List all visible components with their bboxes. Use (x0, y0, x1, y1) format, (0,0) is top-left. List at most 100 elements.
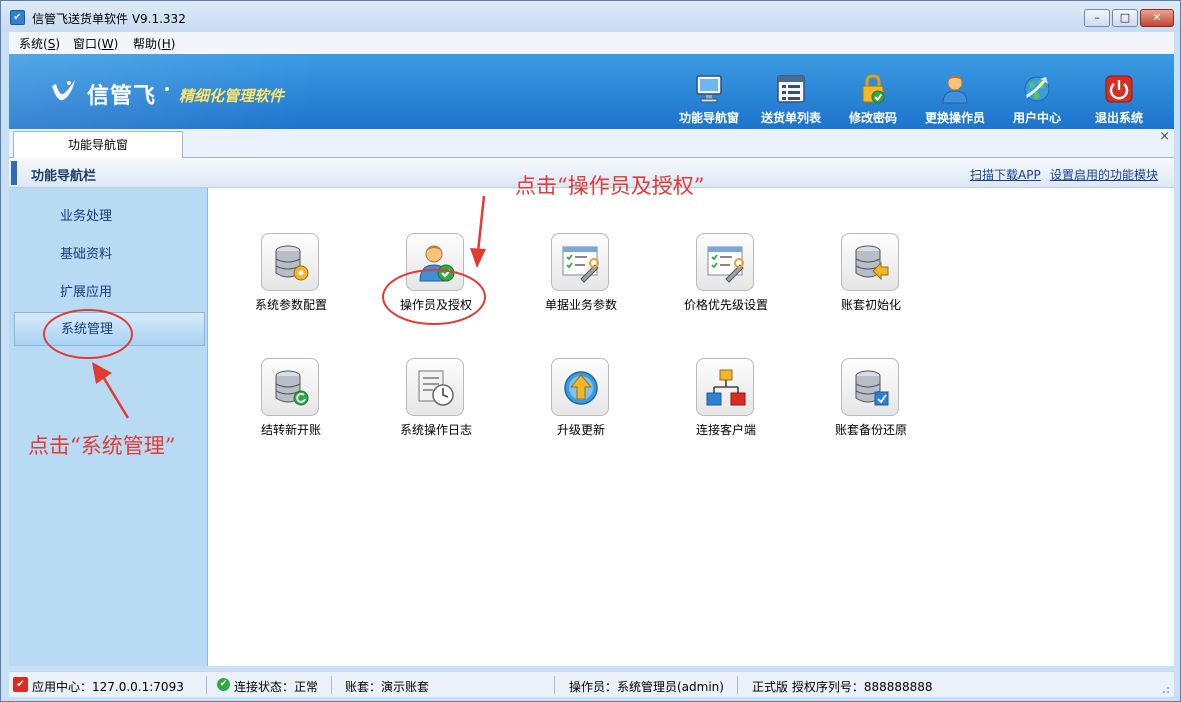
header-banner: 信管飞 精细化管理软件 功能导航窗 送货单列表 修改密码 更换操作员 用户中心 … (9, 54, 1174, 129)
window-title: 信管飞送货单软件 V9.1.332 (32, 12, 186, 26)
function-price-priority[interactable]: 价格优先级设置 (671, 233, 781, 313)
title-bar[interactable]: ✔ 信管飞送货单软件 V9.1.332 – □ ✕ (1, 1, 1180, 32)
toolbar-label: 修改密码 (848, 111, 897, 125)
function-icon-box (696, 233, 754, 291)
close-button[interactable]: ✕ (1140, 9, 1174, 27)
toolbar-label: 更换操作员 (924, 111, 985, 125)
menu-help-after: ) (170, 37, 176, 51)
menu-window[interactable]: 窗口(W) (73, 35, 118, 52)
function-icon-box (406, 358, 464, 416)
app-logo-icon: ✔ (10, 10, 25, 25)
upgrade-arrow-icon (564, 371, 598, 405)
sidebar-item-system-management[interactable]: 系统管理 (14, 312, 205, 346)
database-refresh-icon (275, 370, 309, 406)
menu-help-key: H (161, 37, 171, 51)
configure-modules-link[interactable]: 设置启用的功能模块 (1050, 166, 1158, 183)
annotation-click-operator-auth: 点击“操作员及授权” (515, 174, 705, 198)
tab-close-icon[interactable]: × (1159, 129, 1170, 144)
status-bar: ✔ 应用中心：127.0.0.1:7093 ✔ 连接状态：正常 账套：演示账套 … (9, 671, 1174, 697)
connection-ok-icon: ✔ (217, 678, 230, 691)
function-label: 连接客户端 (695, 423, 756, 437)
status-separator (206, 676, 207, 694)
toolbar-label: 功能导航窗 (678, 111, 739, 125)
function-carry-forward[interactable]: 结转新开账 (236, 358, 346, 438)
function-icon-box (551, 233, 609, 291)
tab-strip: 功能导航窗 × (9, 129, 1174, 158)
status-connection: 连接状态：正常 (234, 680, 319, 694)
function-label: 系统参数配置 (254, 298, 327, 312)
function-label: 升级更新 (556, 423, 605, 437)
maximize-button[interactable]: □ (1112, 9, 1138, 27)
toolbar-delivery-list-button[interactable]: 送货单列表 (754, 64, 828, 126)
menu-bar: 系统(S) 窗口(W) 帮助(H) (9, 32, 1174, 54)
function-icon-box (261, 233, 319, 291)
sidebar-item-extensions[interactable]: 扩展应用 (14, 276, 205, 310)
logo-dot (165, 87, 169, 91)
menu-help-label: 帮助( (133, 37, 162, 51)
function-label: 结转新开账 (260, 423, 321, 437)
function-backup-restore[interactable]: 账套备份还原 (816, 358, 926, 438)
menu-system-after: ) (55, 37, 60, 51)
function-label: 系统操作日志 (399, 423, 472, 437)
lock-icon (862, 74, 885, 104)
annotation-click-system-management: 点击“系统管理” (28, 434, 176, 458)
menu-system-label: 系统( (19, 37, 48, 51)
function-upgrade[interactable]: 升级更新 (526, 358, 636, 438)
function-document-params[interactable]: 单据业务参数 (526, 233, 636, 313)
globe-icon (1024, 76, 1050, 102)
function-operation-log[interactable]: 系统操作日志 (381, 358, 491, 438)
sidebar-item-basic-data[interactable]: 基础资料 (14, 238, 205, 272)
app-center-icon: ✔ (13, 677, 28, 692)
toolbar-user-center-button[interactable]: 用户中心 (1000, 64, 1074, 126)
function-panel: 系统参数配置 操作员及授权 单据业务参数 价格优先级设置 账套初始化 结转新开账… (208, 188, 1174, 666)
toolbar-exit-button[interactable]: 退出系统 (1082, 64, 1156, 126)
checklist-tools-icon (707, 246, 744, 283)
status-app-center: 应用中心：127.0.0.1:7093 (32, 680, 184, 694)
function-icon-box (406, 233, 464, 291)
function-label: 账套备份还原 (834, 423, 907, 437)
scan-download-app-link[interactable]: 扫描下载APP (970, 166, 1041, 183)
function-icon-box (841, 358, 899, 416)
function-system-params[interactable]: 系统参数配置 (236, 233, 346, 313)
resize-grip-icon[interactable] (1160, 684, 1170, 694)
menu-help[interactable]: 帮助(H) (133, 35, 175, 52)
sidebar-item-business[interactable]: 业务处理 (14, 200, 205, 234)
menu-window-label: 窗口( (73, 37, 102, 51)
function-icon-box (551, 358, 609, 416)
toolbar-label: 用户中心 (1012, 111, 1061, 125)
function-label: 账套初始化 (840, 298, 901, 312)
window-controls: – □ ✕ (1084, 9, 1174, 27)
function-connect-client[interactable]: 连接客户端 (671, 358, 781, 438)
monitor-icon (696, 75, 722, 103)
function-label: 价格优先级设置 (683, 298, 768, 312)
menu-system[interactable]: 系统(S) (19, 35, 60, 52)
checklist-tools-icon (562, 246, 599, 283)
database-arrow-icon (855, 245, 889, 281)
database-backup-icon (855, 370, 889, 406)
user-icon (942, 75, 968, 104)
toolbar-switch-operator-button[interactable]: 更换操作员 (918, 64, 992, 126)
toolbar-nav-window-button[interactable]: 功能导航窗 (672, 64, 746, 126)
toolbar-label: 送货单列表 (760, 111, 821, 125)
function-icon-box (696, 358, 754, 416)
logo-check-icon (52, 80, 75, 101)
menu-window-key: W (101, 37, 114, 51)
status-operator: 操作员：系统管理员(admin) (569, 680, 724, 694)
maximize-icon: □ (1119, 11, 1131, 24)
toolbar-change-password-button[interactable]: 修改密码 (836, 64, 910, 126)
menu-window-after: ) (113, 37, 119, 51)
list-icon (777, 75, 805, 103)
power-icon (1105, 75, 1133, 103)
function-operator-authorization[interactable]: 操作员及授权 (381, 233, 491, 313)
log-clock-icon (418, 370, 454, 406)
user-check-icon (419, 245, 455, 282)
logo-name: 信管飞 (87, 84, 157, 109)
function-icon-box (841, 233, 899, 291)
status-license: 正式版 授权序列号：888888888 (752, 680, 933, 694)
nav-accent (11, 161, 17, 185)
tab-nav-window[interactable]: 功能导航窗 (13, 131, 183, 158)
function-account-init[interactable]: 账套初始化 (816, 233, 926, 313)
close-icon: ✕ (1152, 11, 1162, 24)
database-gear-icon (275, 245, 309, 281)
minimize-button[interactable]: – (1084, 9, 1110, 27)
